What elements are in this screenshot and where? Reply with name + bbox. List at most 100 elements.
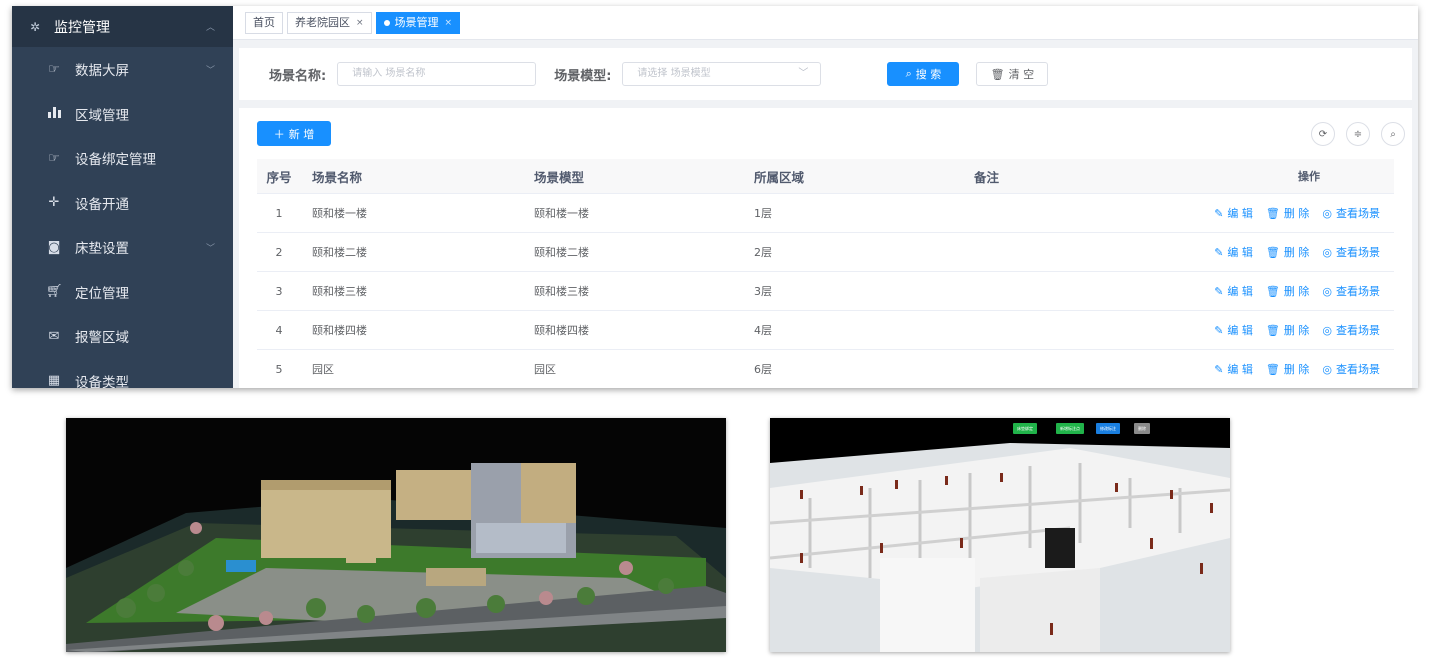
chevron-down-icon: ﹀	[798, 68, 809, 79]
edit-label: 编 辑	[1227, 246, 1253, 259]
main-content: 首页 养老院园区 × 场景管理 × 场景名称: 请输入 场景名称 场景模型: 请…	[233, 6, 1418, 388]
edit-label: 编 辑	[1227, 207, 1253, 220]
tags-view: 首页 养老院园区 × 场景管理 ×	[233, 6, 1418, 40]
sidebar-item-data-screen[interactable]: ☞ 数据大屏 ﹀	[12, 47, 233, 92]
edit-button[interactable]: ✎ 编 辑	[1214, 322, 1253, 338]
add-marker-button[interactable]: 新增标注点	[1056, 423, 1084, 434]
row-area: 3层	[754, 285, 772, 298]
row-operations: ✎ 编 辑 🗑︎ 删 除 ◎ 查看场景	[1204, 194, 1394, 232]
campus-3d-render	[66, 418, 726, 652]
edit-button[interactable]: ✎ 编 辑	[1214, 283, 1253, 299]
close-icon[interactable]: ×	[445, 13, 453, 33]
table-row: 1 颐和楼一楼 颐和楼一楼 1层 ✎ 编 辑 🗑︎ 删 除 ◎ 查看场景	[257, 194, 1394, 233]
sidebar-item-device-activation[interactable]: ✛ 设备开通	[12, 181, 233, 226]
row-scene-name: 颐和楼一楼	[312, 207, 367, 220]
edit-marker-button[interactable]: 修改标注	[1096, 423, 1120, 434]
delete-button[interactable]: 🗑︎ 删 除	[1266, 205, 1309, 221]
view-scene-button[interactable]: ◎ 查看场景	[1322, 322, 1380, 338]
sidebar-header-monitor-management[interactable]: ✲ 监控管理 ︿	[12, 6, 233, 47]
hand-point-icon: ☞	[48, 150, 60, 166]
camera-icon: ◙	[47, 239, 61, 255]
edit-button[interactable]: ✎ 编 辑	[1214, 205, 1253, 221]
delete-button[interactable]: 🗑︎ 删 除	[1266, 361, 1309, 377]
floor-3d-render	[770, 418, 1230, 652]
scene-name-input[interactable]: 请输入 场景名称	[337, 62, 537, 86]
table-row: 4 颐和楼四楼 颐和楼四楼 4层 ✎ 编 辑 🗑︎ 删 除 ◎ 查看场景	[257, 311, 1394, 350]
edit-button[interactable]: ✎ 编 辑	[1214, 244, 1253, 260]
add-button[interactable]: ＋ 新 增	[257, 121, 331, 146]
edit-button[interactable]: ✎ 编 辑	[1214, 361, 1253, 377]
sidebar-item-device-binding[interactable]: ☞ 设备绑定管理	[12, 136, 233, 181]
row-scene-model: 颐和楼一楼	[534, 207, 589, 220]
floor-3d-scene: 床垫绑定 新增标注点 修改标注 删除	[770, 418, 1230, 652]
eye-icon: ◎	[1322, 284, 1332, 298]
trash-icon: 🗑︎	[1265, 284, 1280, 298]
search-button[interactable]: ⌕ 搜 索	[887, 62, 960, 86]
header-remark: 备注	[974, 169, 1000, 185]
columns-setting-button[interactable]: ≑	[1346, 122, 1370, 146]
admin-panel: ✲ 监控管理 ︿ ☞ 数据大屏 ﹀ 区域管理 ☞ 设备绑定管理 ✛ 设备开通 ◙…	[12, 6, 1418, 388]
scene-model-label: 场景模型:	[554, 68, 612, 84]
sidebar-item-label: 报警区域	[75, 330, 129, 347]
sidebar-item-label: 定位管理	[75, 285, 129, 302]
eye-icon: ◎	[1322, 323, 1332, 337]
sidebar-header-label: 监控管理	[54, 19, 110, 36]
tag-label: 首页	[253, 15, 275, 29]
delete-button[interactable]: 🗑︎ 删 除	[1266, 244, 1309, 260]
table-card: ＋ 新 增 ⟳ ≑ ⌕ 序号 场景名称 场景模型 所属区域 备注 操作 1 颐和楼…	[239, 108, 1412, 388]
delete-label: 删 除	[1283, 246, 1310, 259]
row-area: 1层	[754, 207, 772, 220]
sidebar-item-area-management[interactable]: 区域管理	[12, 92, 233, 137]
table-row: 3 颐和楼三楼 颐和楼三楼 3层 ✎ 编 辑 🗑︎ 删 除 ◎ 查看场景	[257, 272, 1394, 311]
cart-icon: 🛒︎	[46, 284, 63, 300]
header-area: 所属区域	[754, 169, 805, 185]
view-scene-button[interactable]: ◎ 查看场景	[1322, 205, 1380, 221]
delete-label: 删 除	[1283, 324, 1310, 337]
sidebar-item-alarm-area[interactable]: ✉ 报警区域	[12, 314, 233, 359]
add-button-label: 新 增	[288, 127, 315, 141]
campus-3d-scene	[66, 418, 726, 652]
tag-scene-management[interactable]: 场景管理 ×	[375, 11, 461, 34]
row-scene-name: 园区	[312, 363, 334, 376]
search-toggle-button[interactable]: ⌕	[1381, 122, 1405, 146]
view-scene-button[interactable]: ◎ 查看场景	[1322, 244, 1380, 260]
sidebar-item-location-management[interactable]: 🛒︎ 定位管理	[12, 270, 233, 315]
delete-button[interactable]: 🗑︎ 删 除	[1266, 283, 1309, 299]
edit-label: 编 辑	[1227, 363, 1253, 376]
plus-icon: ＋	[273, 127, 285, 141]
pencil-icon: ✎	[1214, 323, 1224, 337]
table-header: 序号 场景名称 场景模型 所属区域 备注 操作	[257, 159, 1394, 194]
columns-setting-icon: ≑	[1353, 128, 1363, 140]
view-scene-label: 查看场景	[1336, 324, 1380, 337]
trash-icon: 🗑︎	[1265, 323, 1280, 337]
trash-icon: 🗑︎	[1265, 245, 1280, 259]
trash-icon: 🗑︎	[990, 67, 1005, 81]
close-icon[interactable]: ×	[356, 13, 364, 33]
clear-button-label: 清 空	[1008, 68, 1035, 81]
tag-home[interactable]: 首页	[245, 11, 283, 34]
sidebar-item-label: 设备开通	[75, 196, 129, 213]
mattress-bind-button[interactable]: 床垫绑定	[1013, 423, 1037, 434]
view-scene-button[interactable]: ◎ 查看场景	[1322, 361, 1380, 377]
sidebar-item-mattress-settings[interactable]: ◙ 床垫设置 ﹀	[12, 225, 233, 270]
view-scene-button[interactable]: ◎ 查看场景	[1322, 283, 1380, 299]
row-operations: ✎ 编 辑 🗑︎ 删 除 ◎ 查看场景	[1204, 311, 1394, 349]
row-scene-model: 颐和楼四楼	[534, 324, 589, 337]
row-scene-name: 颐和楼三楼	[312, 285, 367, 298]
scene-name-placeholder: 请输入 场景名称	[352, 68, 426, 79]
active-dot-icon	[383, 19, 390, 26]
row-area: 2层	[754, 246, 772, 259]
delete-button[interactable]: 🗑︎ 删 除	[1266, 322, 1309, 338]
tag-nursing-home-park[interactable]: 养老院园区 ×	[287, 11, 372, 34]
delete-marker-button[interactable]: 删除	[1134, 423, 1150, 434]
row-index: 2	[275, 245, 283, 259]
clear-button[interactable]: 🗑︎ 清 空	[976, 62, 1049, 86]
refresh-button[interactable]: ⟳	[1311, 122, 1335, 146]
scene-model-select[interactable]: 请选择 场景模型 ﹀	[622, 62, 822, 86]
sidebar-item-device-type[interactable]: ▦ 设备类型	[12, 359, 233, 388]
edit-label: 编 辑	[1227, 324, 1253, 337]
pencil-icon: ✎	[1214, 245, 1224, 259]
row-area: 4层	[754, 324, 772, 337]
pencil-icon: ✎	[1214, 206, 1224, 220]
row-scene-name: 颐和楼四楼	[312, 324, 367, 337]
